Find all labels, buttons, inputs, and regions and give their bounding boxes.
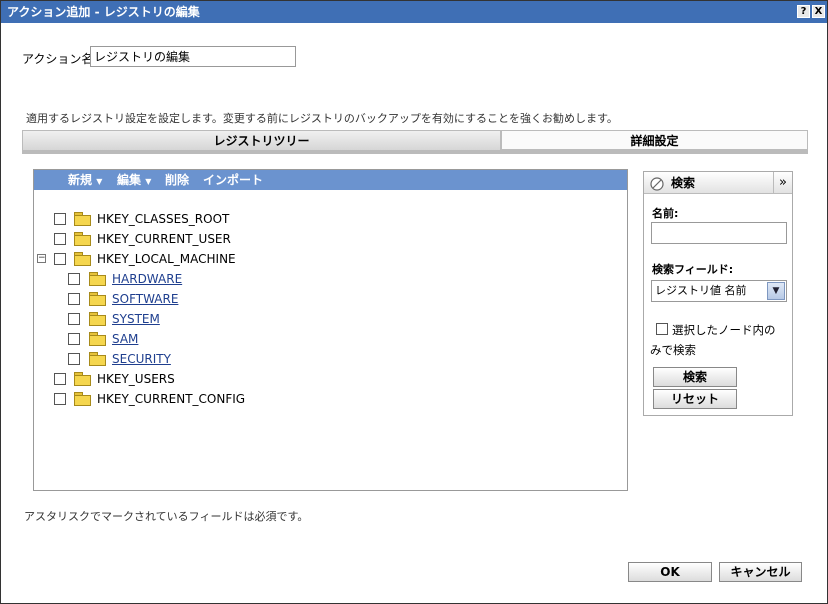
- search-panel: 検索 » 名前: 検索フィールド: レジストリ値 名前 ▼ 選択したノード内の …: [643, 171, 793, 416]
- folder-icon: [89, 332, 106, 346]
- description-text: 適用するレジストリ設定を設定します。変更する前にレジストリのバックアップを有効に…: [26, 112, 618, 125]
- chevron-down-icon: ▼: [96, 177, 103, 186]
- node-checkbox[interactable]: [68, 293, 80, 305]
- edit-menu[interactable]: 編集 ▼: [117, 170, 151, 192]
- node-label[interactable]: HKEY_USERS: [97, 370, 175, 388]
- reset-button[interactable]: リセット: [653, 389, 737, 409]
- node-checkbox[interactable]: [54, 253, 66, 265]
- node-label[interactable]: HKEY_CURRENT_CONFIG: [97, 390, 245, 408]
- help-button[interactable]: ?: [797, 5, 810, 18]
- node-checkbox[interactable]: [54, 393, 66, 405]
- node-link[interactable]: HARDWARE: [112, 270, 182, 288]
- tree-node-security: SECURITY: [34, 350, 334, 368]
- import-button[interactable]: インポート: [203, 170, 263, 190]
- folder-icon: [74, 232, 91, 246]
- node-label[interactable]: HKEY_CURRENT_USER: [97, 230, 231, 248]
- collapse-panel-icon[interactable]: »: [773, 172, 792, 194]
- folder-icon: [89, 352, 106, 366]
- tree-node-hklm: − HKEY_LOCAL_MACHINE: [34, 250, 334, 268]
- tree-node-system: SYSTEM: [34, 310, 334, 328]
- node-label[interactable]: HKEY_CLASSES_ROOT: [97, 210, 229, 228]
- ok-button[interactable]: OK: [628, 562, 712, 582]
- tab-registry-tree[interactable]: レジストリツリー: [22, 130, 501, 150]
- required-note: アスタリスクでマークされているフィールドは必須です。: [24, 510, 309, 523]
- tab-advanced-settings[interactable]: 詳細設定: [501, 130, 808, 150]
- cancel-button[interactable]: キャンセル: [719, 562, 802, 582]
- node-checkbox[interactable]: [68, 333, 80, 345]
- scope-checkbox[interactable]: [656, 323, 668, 335]
- tree-node-hkcu: HKEY_CURRENT_USER: [34, 230, 334, 248]
- node-checkbox[interactable]: [54, 213, 66, 225]
- node-link[interactable]: SYSTEM: [112, 310, 160, 328]
- new-label: 新規: [68, 173, 93, 187]
- node-link[interactable]: SAM: [112, 330, 138, 348]
- name-search-input[interactable]: [651, 222, 787, 244]
- action-name-label: アクション名: [22, 52, 94, 66]
- title-bar: アクション追加 - レジストリの編集 ? X: [1, 1, 827, 23]
- tree-node-hardware: HARDWARE: [34, 270, 334, 288]
- folder-icon: [74, 372, 91, 386]
- node-checkbox[interactable]: [68, 273, 80, 285]
- dialog: アクション追加 - レジストリの編集 ? X アクション名 適用するレジストリ設…: [0, 0, 828, 604]
- tab-strip: レジストリツリー 詳細設定: [22, 130, 808, 154]
- search-header: 検索 »: [644, 172, 792, 194]
- action-name-input[interactable]: [90, 46, 296, 67]
- edit-label: 編集: [117, 173, 142, 187]
- node-checkbox[interactable]: [54, 233, 66, 245]
- search-body: 名前: 検索フィールド: レジストリ値 名前 ▼ 選択したノード内の みで検索 …: [644, 194, 792, 415]
- node-label[interactable]: HKEY_LOCAL_MACHINE: [97, 250, 236, 268]
- node-link[interactable]: SECURITY: [112, 350, 171, 368]
- search-field-value: レジストリ値 名前: [655, 284, 747, 297]
- search-field-label: 検索フィールド:: [652, 263, 734, 276]
- node-link[interactable]: SOFTWARE: [112, 290, 178, 308]
- folder-icon: [89, 272, 106, 286]
- tree-node-hkcc: HKEY_CURRENT_CONFIG: [34, 390, 334, 408]
- tree-node-sam: SAM: [34, 330, 334, 348]
- folder-icon: [89, 312, 106, 326]
- node-checkbox[interactable]: [68, 313, 80, 325]
- collapse-icon[interactable]: −: [37, 254, 46, 263]
- close-button[interactable]: X: [812, 5, 825, 18]
- name-field-label: 名前:: [652, 207, 679, 220]
- search-field-select[interactable]: レジストリ値 名前 ▼: [651, 280, 787, 302]
- dialog-title: アクション追加 - レジストリの編集: [7, 5, 200, 19]
- node-checkbox[interactable]: [54, 373, 66, 385]
- search-icon: [650, 176, 664, 191]
- chevron-down-icon[interactable]: ▼: [767, 282, 785, 300]
- tree-node-software: SOFTWARE: [34, 290, 334, 308]
- tree-node-hku: HKEY_USERS: [34, 370, 334, 388]
- folder-icon: [74, 392, 91, 406]
- scope-label-line1: 選択したノード内の: [672, 323, 776, 337]
- scope-label-line2: みで検索: [650, 343, 696, 357]
- chevron-down-icon: ▼: [145, 177, 152, 186]
- tree-node-hkcr: HKEY_CLASSES_ROOT: [34, 210, 334, 228]
- registry-tree-panel: 新規 ▼ 編集 ▼ 削除 インポート HKEY_CLASSES_ROOT HKE…: [33, 169, 628, 491]
- folder-icon: [74, 212, 91, 226]
- search-title: 検索: [671, 176, 696, 190]
- search-button[interactable]: 検索: [653, 367, 737, 387]
- delete-button[interactable]: 削除: [165, 170, 189, 190]
- tree-toolbar: 新規 ▼ 編集 ▼ 削除 インポート: [34, 170, 627, 190]
- folder-icon: [89, 292, 106, 306]
- node-checkbox[interactable]: [68, 353, 80, 365]
- folder-icon: [74, 252, 91, 266]
- new-menu[interactable]: 新規 ▼: [68, 170, 102, 192]
